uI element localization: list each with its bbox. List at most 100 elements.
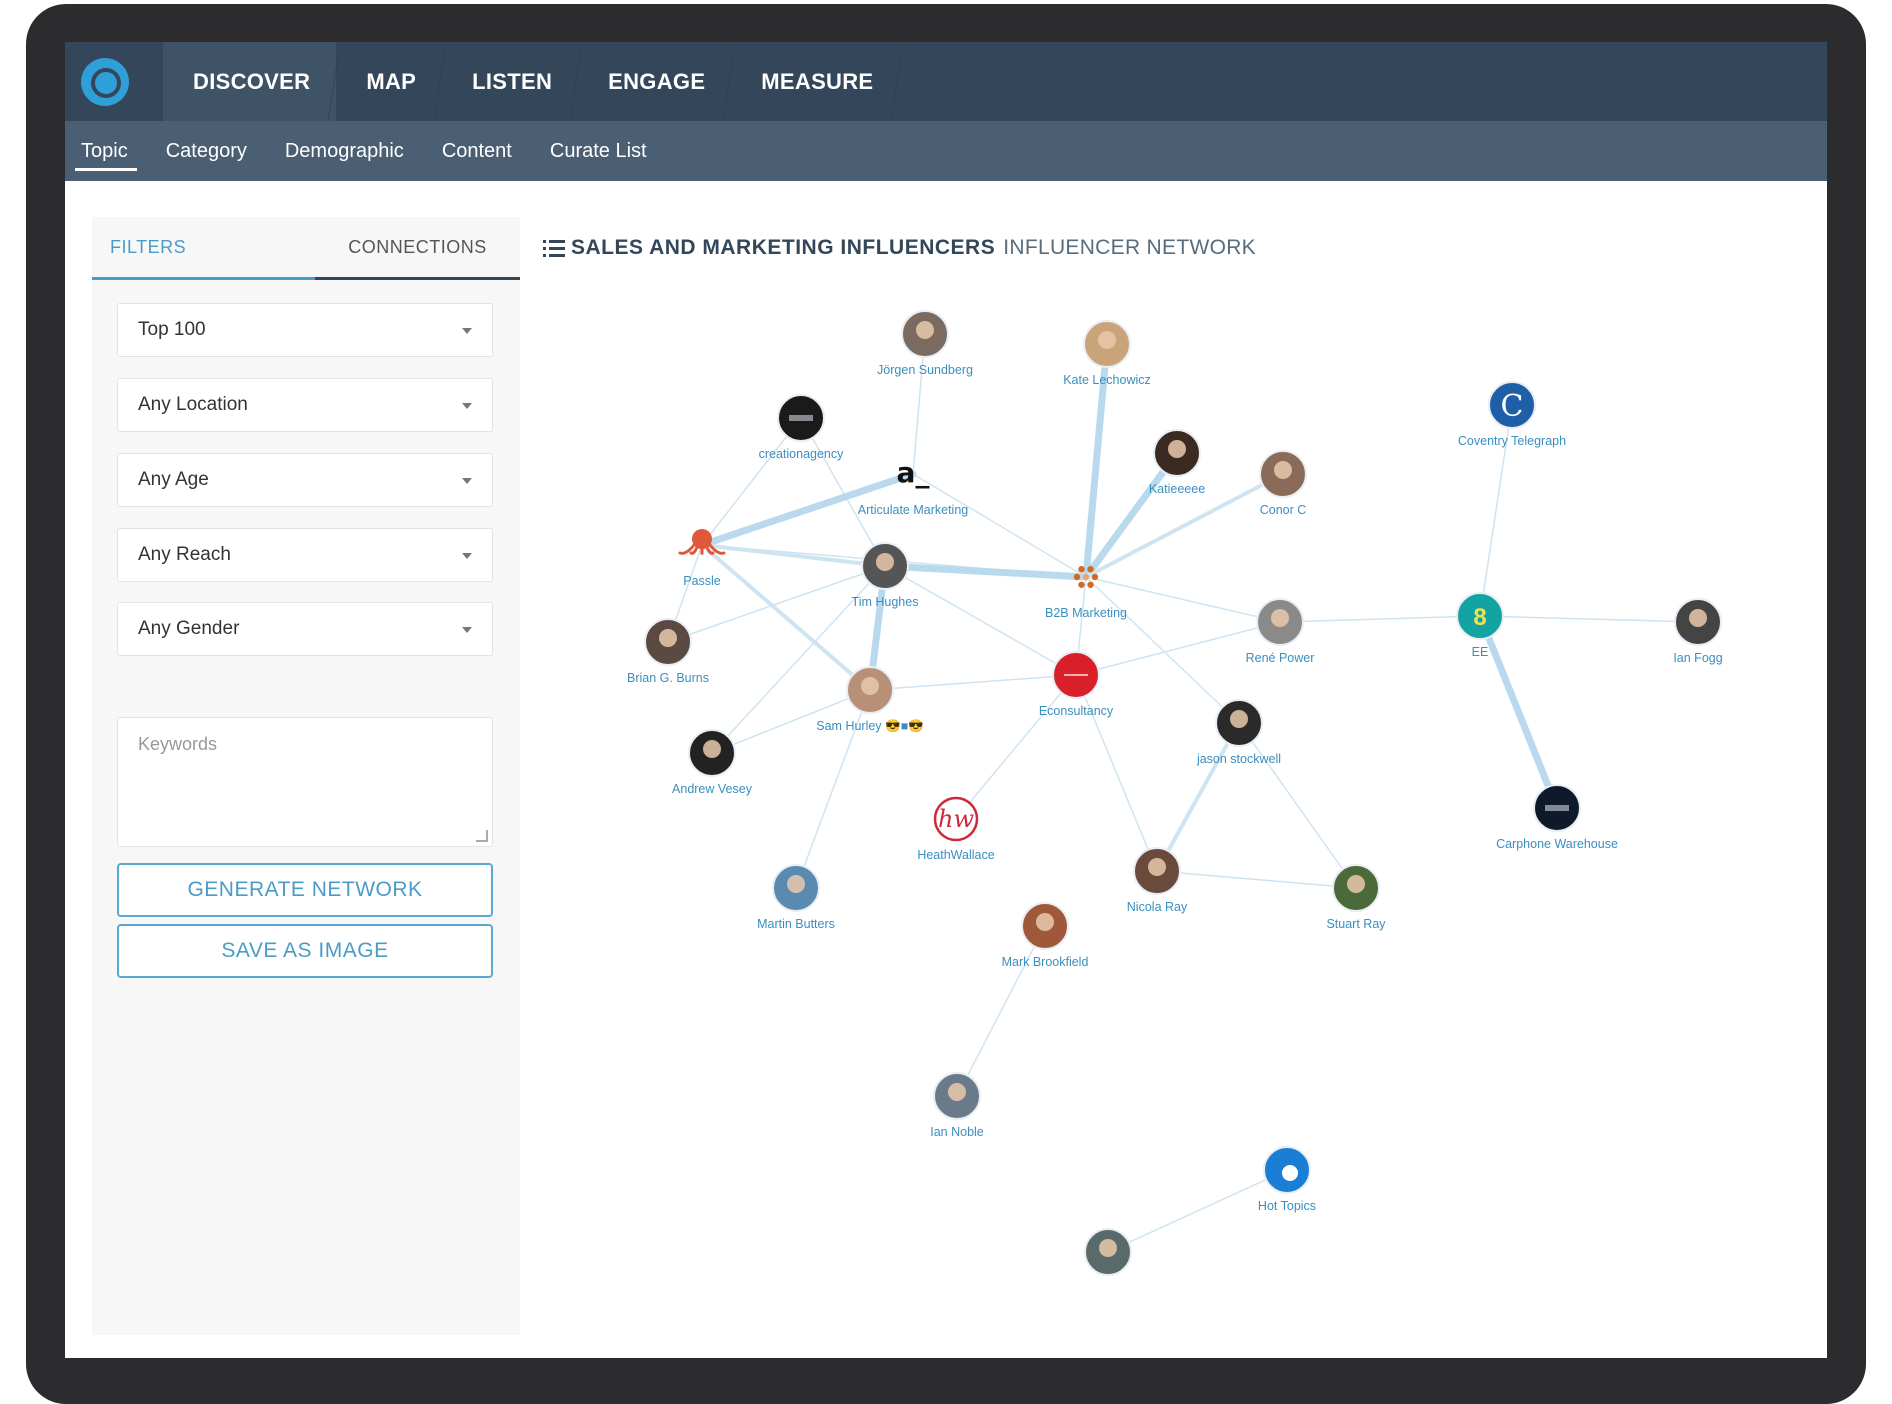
- node-unlabeled[interactable]: [1084, 1228, 1132, 1276]
- node-label: Jörgen Sundberg: [877, 363, 973, 377]
- node-brian[interactable]: Brian G. Burns: [627, 618, 709, 685]
- network-edge: [881, 562, 1090, 581]
- node-nicola[interactable]: Nicola Ray: [1127, 847, 1188, 914]
- node-andrew[interactable]: Andrew Vesey: [672, 729, 753, 796]
- node-label: Nicola Ray: [1127, 900, 1188, 914]
- title-topic: SALES AND MARKETING INFLUENCERS: [571, 236, 996, 259]
- node-label: Ian Fogg: [1673, 651, 1722, 665]
- avatar-face: [1168, 440, 1186, 458]
- node-jason[interactable]: jason stockwell: [1196, 699, 1281, 766]
- avatar-face: [1099, 1239, 1117, 1257]
- node-martin[interactable]: Martin Butters: [757, 864, 835, 931]
- network-edge: [869, 674, 1077, 691]
- network-edge: [956, 925, 1046, 1097]
- network-edge: [1075, 621, 1281, 676]
- node-label: Andrew Vesey: [672, 782, 753, 796]
- avatar-face: [1274, 461, 1292, 479]
- node-jorgen[interactable]: Jörgen Sundberg: [877, 310, 973, 377]
- network-edge: [1279, 615, 1481, 623]
- node-label: jason stockwell: [1196, 752, 1281, 766]
- node-stuart[interactable]: Stuart Ray: [1326, 864, 1386, 931]
- node-creation[interactable]: creationagency: [759, 394, 845, 461]
- avatar-face: [1271, 609, 1289, 627]
- node-label: Passle: [683, 574, 721, 588]
- econsultancy-logo-mark: [1064, 674, 1088, 676]
- network-edge: [912, 473, 1087, 578]
- avatar-face: [1036, 913, 1054, 931]
- network-edge: [1085, 576, 1240, 724]
- dot-icon: [1087, 566, 1094, 573]
- node-label: Conor C: [1260, 503, 1307, 517]
- node-label: Martin Butters: [757, 917, 835, 931]
- node-heath[interactable]: hw HeathWallace: [917, 796, 995, 862]
- node-iannoble[interactable]: Ian Noble: [930, 1072, 984, 1139]
- node-label: Carphone Warehouse: [1496, 837, 1618, 851]
- articulate-logo-icon: a_: [897, 456, 930, 489]
- dot-icon: [1087, 581, 1094, 588]
- node-label: Econsultancy: [1039, 704, 1114, 718]
- node-label: Ian Noble: [930, 1125, 984, 1139]
- network-edge: [955, 674, 1077, 820]
- network-edge: [800, 417, 886, 567]
- avatar-face: [1347, 875, 1365, 893]
- node-label: Articulate Marketing: [858, 503, 969, 517]
- node-label: Coventry Telegraph: [1458, 434, 1566, 448]
- node-katieeeee[interactable]: Katieeeee: [1149, 429, 1205, 496]
- node-kate[interactable]: Kate Lechowicz: [1063, 320, 1151, 387]
- node-carphone[interactable]: Carphone Warehouse: [1496, 784, 1618, 851]
- hw-logo-mark: hw: [938, 805, 974, 833]
- dot-icon: [1078, 581, 1085, 588]
- avatar-face: [1230, 710, 1248, 728]
- node-label: Stuart Ray: [1326, 917, 1386, 931]
- avatar-face: [659, 629, 677, 647]
- node-coventry[interactable]: C Coventry Telegraph: [1458, 381, 1566, 448]
- avatar-face: [916, 321, 934, 339]
- app-screen: DISCOVER MAP LISTEN ENGAGE MEASURE Topic…: [65, 42, 1827, 1358]
- dot-icon: [1091, 573, 1099, 581]
- hot-topics-logo-mark: [1282, 1165, 1298, 1181]
- node-tim[interactable]: Tim Hughes: [852, 542, 919, 609]
- coventry-logo-mark: C: [1501, 389, 1524, 424]
- node-label: Kate Lechowicz: [1063, 373, 1151, 387]
- node-label: Mark Brookfield: [1002, 955, 1089, 969]
- node-conor[interactable]: Conor C: [1259, 450, 1307, 517]
- network-edge: [700, 543, 872, 692]
- node-label: Katieeeee: [1149, 482, 1205, 496]
- dot-icon: [1083, 574, 1089, 580]
- avatar-face: [948, 1083, 966, 1101]
- network-edge: [1476, 612, 1561, 812]
- node-ianfogg[interactable]: Ian Fogg: [1673, 598, 1723, 665]
- node-hottopics[interactable]: Hot Topics: [1258, 1146, 1316, 1213]
- avatar-face: [1689, 609, 1707, 627]
- node-label: HeathWallace: [917, 848, 994, 862]
- node-label: Tim Hughes: [852, 595, 919, 609]
- avatar-face: [703, 740, 721, 758]
- title-view: INFLUENCER NETWORK: [1003, 236, 1256, 259]
- avatar-face: [861, 677, 879, 695]
- list-icon[interactable]: [543, 239, 565, 257]
- node-econsultancy[interactable]: Econsultancy: [1039, 651, 1114, 718]
- node-label: Sam Hurley 😎■😎: [816, 719, 923, 733]
- network-edge: [884, 565, 1077, 676]
- node-label: EE: [1472, 645, 1489, 659]
- node-label: Brian G. Burns: [627, 671, 709, 685]
- dot-icon: [1078, 566, 1085, 573]
- network-edge: [1156, 870, 1357, 889]
- node-label: creationagency: [759, 447, 845, 461]
- node-mark[interactable]: Mark Brookfield: [1002, 902, 1089, 969]
- network-edge: [700, 543, 887, 568]
- node-label: Hot Topics: [1258, 1199, 1316, 1213]
- avatar-face: [1148, 858, 1166, 876]
- avatar-face: [876, 553, 894, 571]
- ee-logo-mark: 8: [1473, 604, 1486, 631]
- node-rene[interactable]: René Power: [1246, 598, 1315, 665]
- network-edge: [1238, 722, 1357, 889]
- network-edge: [1155, 721, 1241, 873]
- dot-icon: [1073, 573, 1081, 581]
- node-label: René Power: [1246, 651, 1315, 665]
- node-label: B2B Marketing: [1045, 606, 1127, 620]
- brand-logo-mark: [789, 415, 813, 421]
- node-sam[interactable]: Sam Hurley 😎■😎: [816, 666, 924, 733]
- brand-logo-mark: [1545, 805, 1569, 811]
- avatar-face: [1098, 331, 1116, 349]
